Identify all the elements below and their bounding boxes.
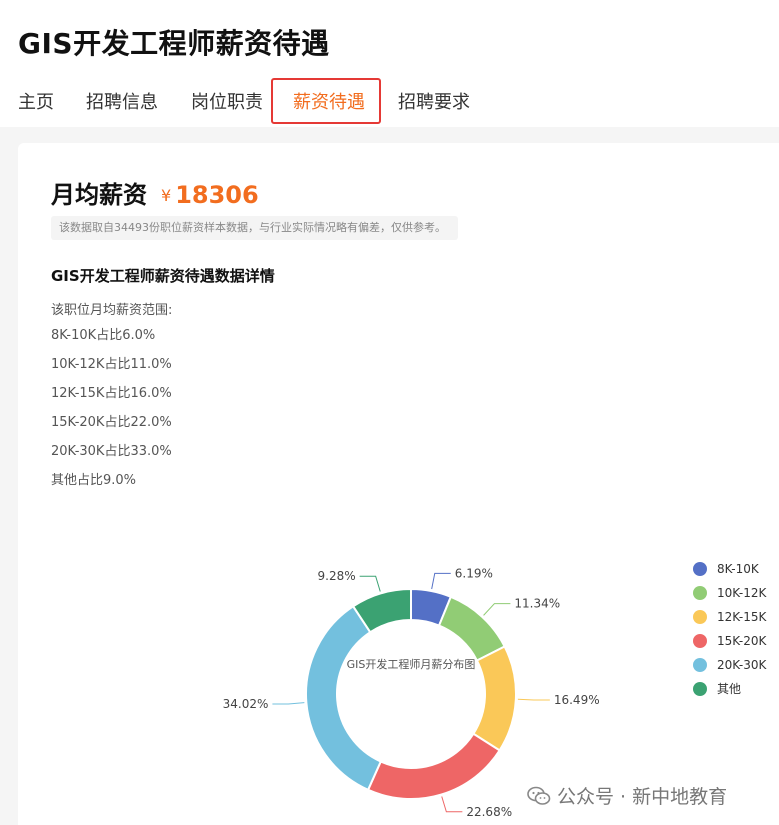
- legend-dot: [693, 682, 707, 696]
- chart-legend: 8K-10K 10K-12K 12K-15K 15K-20K 20K-30K 其…: [693, 562, 766, 706]
- legend-dot: [693, 634, 707, 648]
- leader-line-5: [359, 575, 381, 592]
- chart-center-title: GIS开发工程师月薪分布图: [347, 657, 476, 671]
- legend-label: 其他: [717, 682, 742, 696]
- legend-item-20k-30k[interactable]: 20K-30K: [693, 658, 766, 682]
- legend-item-8k-10k[interactable]: 8K-10K: [693, 562, 766, 586]
- legend-item-10k-12k[interactable]: 10K-12K: [693, 586, 766, 610]
- donut-slice-3[interactable]: [366, 732, 501, 800]
- leader-line-3: [441, 796, 463, 813]
- slice-label-5: 9.28%: [318, 569, 356, 583]
- legend-item-other[interactable]: 其他: [693, 682, 766, 706]
- leader-line-4: [272, 702, 305, 705]
- slice-label-3: 22.68%: [466, 805, 512, 819]
- legend-dot: [693, 658, 707, 672]
- leader-line-0: [431, 572, 451, 590]
- donut-slices: [305, 587, 517, 800]
- wechat-icon: [527, 786, 551, 805]
- leader-line-1: [483, 603, 511, 616]
- slice-label-0: 6.19%: [455, 566, 493, 580]
- legend-item-15k-20k[interactable]: 15K-20K: [693, 634, 766, 658]
- slice-label-1: 11.34%: [514, 597, 560, 611]
- donut-slice-2[interactable]: [472, 645, 517, 752]
- legend-dot: [693, 610, 707, 624]
- legend-item-12k-15k[interactable]: 12K-15K: [693, 610, 766, 634]
- salary-donut-chart: 6.19% 11.34% 16.49% 22.68% 34.02% 9.28% GIS开发…: [223, 566, 600, 819]
- legend-label: 10K-12K: [717, 586, 767, 600]
- watermark: 公众号 · 新中地教育: [527, 782, 727, 809]
- watermark-text: 公众号 · 新中地教育: [557, 786, 728, 808]
- legend-label: 12K-15K: [717, 610, 767, 624]
- legend-dot: [693, 586, 707, 600]
- legend-label: 8K-10K: [717, 562, 759, 576]
- legend-dot: [693, 562, 707, 576]
- slice-label-4: 34.02%: [223, 697, 269, 711]
- slice-label-2: 16.49%: [554, 693, 600, 707]
- donut-slice-4[interactable]: [305, 604, 383, 792]
- legend-label: 20K-30K: [717, 658, 767, 672]
- legend-label: 15K-20K: [717, 634, 767, 648]
- leader-line-2: [517, 698, 550, 701]
